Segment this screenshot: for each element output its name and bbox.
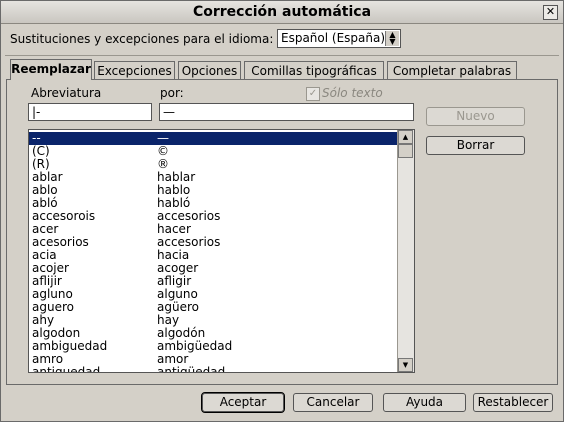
close-icon[interactable]: ✕ [543, 5, 558, 20]
text-only-label: Sólo texto [322, 86, 383, 100]
tab-word-completion[interactable]: Completar palabras [387, 61, 517, 79]
list-item[interactable]: ahy hay [29, 314, 397, 327]
autocorrect-dialog: Corrección automática ✕ Sustituciones y … [0, 0, 564, 422]
divider [5, 55, 559, 56]
list-item[interactable]: agluno alguno [29, 288, 397, 301]
list-item[interactable]: accesorois accesorios [29, 210, 397, 223]
list-item[interactable]: ablo hablo [29, 184, 397, 197]
scroll-down-icon[interactable]: ▼ [398, 358, 413, 372]
tab-replace[interactable]: Reemplazar [10, 59, 92, 80]
title-bar: Corrección automática ✕ [1, 1, 563, 24]
spinner-icon[interactable]: ▲ ▼ [385, 31, 399, 46]
tab-typographic-quotes[interactable]: Comillas tipográficas [244, 61, 384, 79]
help-button[interactable]: Ayuda [383, 393, 466, 412]
reset-button[interactable]: Restablecer [473, 393, 553, 412]
list-item[interactable]: -- — [29, 132, 397, 145]
tab-options[interactable]: Opciones [178, 61, 241, 79]
list-item[interactable]: aguero agüero [29, 301, 397, 314]
delete-button[interactable]: Borrar [426, 136, 525, 155]
list-item[interactable]: antiguedad antigüedad [29, 366, 397, 373]
vertical-scrollbar[interactable]: ▲ ▼ [397, 130, 414, 372]
cancel-button[interactable]: Cancelar [293, 393, 373, 412]
window-title: Corrección automática [192, 4, 372, 20]
tab-exceptions[interactable]: Excepciones [94, 61, 175, 79]
list-item[interactable]: (R) ® [29, 158, 397, 171]
new-button[interactable]: Nuevo [426, 107, 525, 126]
language-select[interactable]: Español (España) ▲ ▼ [277, 29, 401, 48]
accept-button[interactable]: Aceptar [201, 392, 285, 413]
list-item[interactable]: acojer acoger [29, 262, 397, 275]
list-item[interactable]: acia hacia [29, 249, 397, 262]
replacement-list[interactable]: -- — (C) © (R) ® ablar hablar ablo hablo abló habló… [28, 129, 415, 373]
list-item-replacement: antigüedad [157, 365, 226, 373]
list-item[interactable]: ablar hablar [29, 171, 397, 184]
abbreviation-input[interactable]: |- [28, 103, 152, 121]
list-item[interactable]: aflijir afligir [29, 275, 397, 288]
scroll-thumb[interactable] [398, 144, 413, 158]
replace-by-input[interactable]: — [159, 103, 414, 121]
list-item-abbreviation: antiguedad [32, 365, 101, 373]
language-select-value: Español (España) [281, 31, 386, 45]
abbreviation-label: Abreviatura [31, 86, 102, 100]
language-label: Sustituciones y excepciones para el idio… [10, 32, 274, 46]
list-item[interactable]: ambiguedad ambigüedad [29, 340, 397, 353]
list-item[interactable]: (C) © [29, 145, 397, 158]
scroll-up-icon[interactable]: ▲ [398, 130, 413, 144]
replace-by-label: por: [160, 86, 184, 100]
text-only-checkbox[interactable]: ✓ [306, 87, 320, 101]
list-item[interactable]: acesorios accesorios [29, 236, 397, 249]
